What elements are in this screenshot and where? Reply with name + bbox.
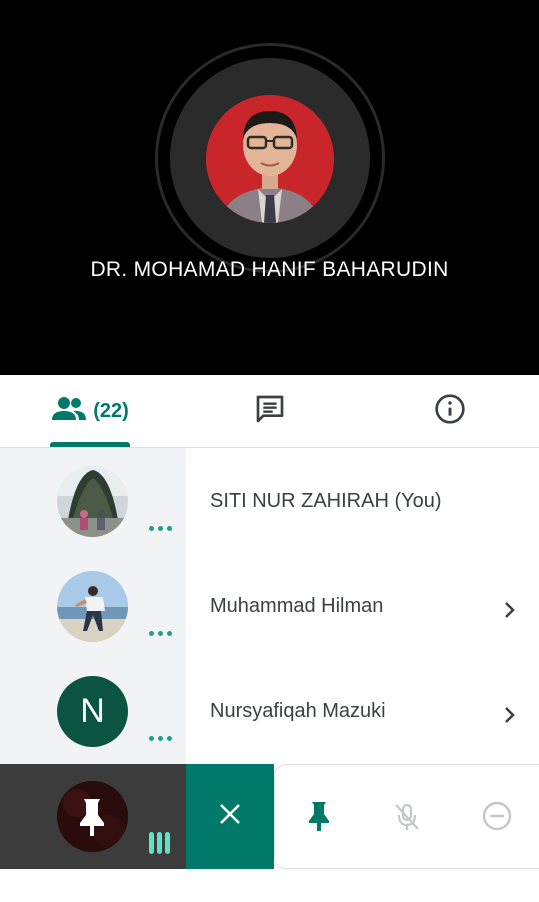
active-speaker-panel: DR. MOHAMAD HANIF BAHARUDIN [0,0,539,375]
participant-name: SITI NUR ZAHIRAH (You) [210,490,442,512]
mic-off-icon [391,800,423,837]
people-icon [51,396,87,427]
participant-action-bar [0,764,539,869]
tab-people[interactable]: (22) [30,375,150,447]
tab-chat[interactable] [230,375,310,447]
selected-participant-tile [0,764,186,869]
chevron-right-icon[interactable] [500,598,520,622]
active-tab-indicator [50,442,130,447]
tab-info[interactable] [410,375,490,447]
remove-icon [481,800,513,837]
speaker-avatar [206,95,334,223]
participant-list: SITI NUR ZAHIRAH (You) Muhammad Hilman N… [0,448,539,764]
more-options-dots[interactable] [149,736,172,741]
participant-name: Nursyafiqah Mazuki [210,700,386,722]
close-icon [218,802,242,831]
speaker-name: DR. MOHAMAD HANIF BAHARUDIN [90,258,449,281]
participant-avatar: N [57,676,128,747]
pin-icon [306,800,332,837]
participant-row[interactable]: N Nursyafiqah Mazuki [0,658,539,763]
remove-button[interactable] [477,798,517,838]
chevron-right-icon[interactable] [500,703,520,727]
participant-count: (22) [93,399,129,422]
participant-avatar [57,571,128,642]
close-button[interactable] [186,764,274,869]
pin-button[interactable] [299,798,339,838]
participant-actions-panel [274,764,539,869]
audio-level-icon [149,832,170,854]
more-options-dots[interactable] [149,631,172,636]
chat-icon [254,393,286,430]
participant-avatar [57,466,128,537]
tab-bar: (22) [0,375,539,448]
more-options-dots[interactable] [149,526,172,531]
info-icon [434,393,466,430]
participant-row[interactable]: SITI NUR ZAHIRAH (You) [0,448,539,553]
pin-icon [76,797,108,842]
mute-button[interactable] [387,798,427,838]
participant-row[interactable]: Muhammad Hilman [0,553,539,658]
participant-name: Muhammad Hilman [210,595,384,617]
